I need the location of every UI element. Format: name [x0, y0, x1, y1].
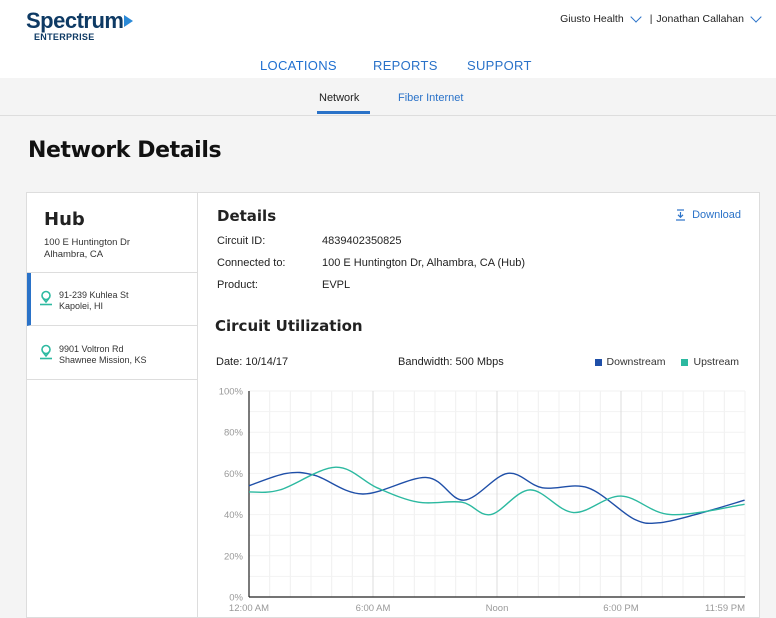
utilization-date: Date: 10/14/17 — [216, 356, 289, 368]
location-sidebar: Hub 100 E Huntington Dr Alhambra, CA 91-… — [27, 193, 198, 618]
tab-network[interactable]: Network — [319, 92, 359, 104]
page-title: Network Details — [28, 138, 222, 163]
logo-name: Spectrum — [26, 8, 124, 33]
download-label: Download — [692, 209, 741, 221]
x-tick-label: 12:00 AM — [229, 603, 269, 614]
x-tick-label: Noon — [486, 603, 509, 614]
detail-value: EVPL — [322, 279, 351, 291]
hub-address-line1: 100 E Huntington Dr — [44, 237, 131, 248]
detail-key: Connected to: — [217, 257, 286, 269]
user-name[interactable]: Jonathan Callahan — [656, 13, 744, 25]
details-card: Hub 100 E Huntington Dr Alhambra, CA 91-… — [26, 192, 760, 618]
nav-locations[interactable]: LOCATIONS — [260, 58, 337, 73]
detail-key: Product: — [217, 279, 258, 291]
circuit-utilization-title: Circuit Utilization — [215, 317, 363, 335]
legend-swatch-downstream — [594, 358, 602, 366]
org-name[interactable]: Giusto Health — [560, 13, 624, 25]
location-address-line2: Shawnee Mission, KS — [59, 354, 147, 365]
x-tick-label: 11:59 PM — [705, 603, 745, 614]
legend-swatch-upstream — [681, 358, 689, 366]
y-tick-label: 0% — [229, 593, 243, 604]
hub-title: Hub — [44, 209, 85, 230]
user-area: Giusto Health | Jonathan Callahan — [560, 11, 762, 25]
sub-nav: Network Fiber Internet — [0, 78, 776, 116]
header-separator: | — [649, 13, 653, 25]
y-tick-label: 80% — [224, 428, 244, 439]
sidebar-item-kapolei[interactable]: 91-239 Kuhlea St Kapolei, HI — [27, 273, 198, 326]
hub-address: 100 E Huntington Dr Alhambra, CA — [44, 237, 130, 261]
detail-value: 4839402350825 — [322, 235, 402, 247]
utilization-chart: 100% 80% 60% 40% 20% 0%12:00 AM 6:00 AM Noon 6:0… — [219, 387, 746, 614]
logo-sub: ENTERPRISE — [34, 32, 95, 42]
legend-label-downstream: Downstream — [606, 356, 666, 368]
y-tick-label: 60% — [224, 469, 244, 480]
legend-label-upstream: Upstream — [693, 356, 739, 368]
hub-item[interactable]: Hub 100 E Huntington Dr Alhambra, CA — [27, 193, 198, 273]
org-chevron-down-icon[interactable] — [630, 11, 642, 23]
sidebar-item-shawnee[interactable]: 9901 Voltron Rd Shawnee Mission, KS — [27, 327, 198, 380]
y-tick-label: 40% — [224, 510, 244, 521]
y-tick-label: 100% — [219, 387, 244, 398]
location-address-line1: 9901 Voltron Rd — [59, 344, 124, 354]
y-tick-label: 20% — [224, 551, 244, 562]
x-tick-label: 6:00 PM — [603, 603, 638, 614]
legend-upstream[interactable]: Upstream — [681, 356, 739, 368]
logo-arrow-icon — [124, 15, 134, 27]
location-address: 9901 Voltron Rd Shawnee Mission, KS — [59, 344, 147, 365]
tab-fiber-internet[interactable]: Fiber Internet — [398, 92, 463, 104]
detail-key: Circuit ID: — [217, 235, 266, 247]
nav-reports[interactable]: REPORTS — [373, 58, 438, 73]
user-chevron-down-icon[interactable] — [750, 11, 762, 23]
details-title: Details — [217, 207, 277, 225]
location-pin-icon — [40, 344, 52, 360]
download-button[interactable]: Download — [675, 209, 741, 221]
spectrum-logo[interactable]: Spectrum ENTERPRISE — [26, 10, 136, 46]
location-pin-icon — [40, 290, 52, 306]
detail-value: 100 E Huntington Dr, Alhambra, CA (Hub) — [322, 257, 525, 269]
utilization-bandwidth: Bandwidth: 500 Mbps — [398, 356, 504, 368]
location-address: 91-239 Kuhlea St Kapolei, HI — [59, 290, 129, 311]
legend-downstream[interactable]: Downstream — [594, 356, 666, 368]
location-address-line2: Kapolei, HI — [59, 300, 104, 311]
active-tab-indicator — [317, 111, 370, 114]
x-tick-label: 6:00 AM — [356, 603, 391, 614]
main-nav: LOCATIONS REPORTS SUPPORT — [0, 52, 776, 78]
chart-legend: Downstream Upstream — [579, 356, 739, 368]
top-bar: Spectrum ENTERPRISE Giusto Health | Jona… — [0, 0, 776, 52]
hub-address-line2: Alhambra, CA — [44, 249, 104, 260]
download-icon — [676, 209, 686, 221]
nav-support[interactable]: SUPPORT — [467, 58, 532, 73]
location-address-line1: 91-239 Kuhlea St — [59, 290, 129, 300]
